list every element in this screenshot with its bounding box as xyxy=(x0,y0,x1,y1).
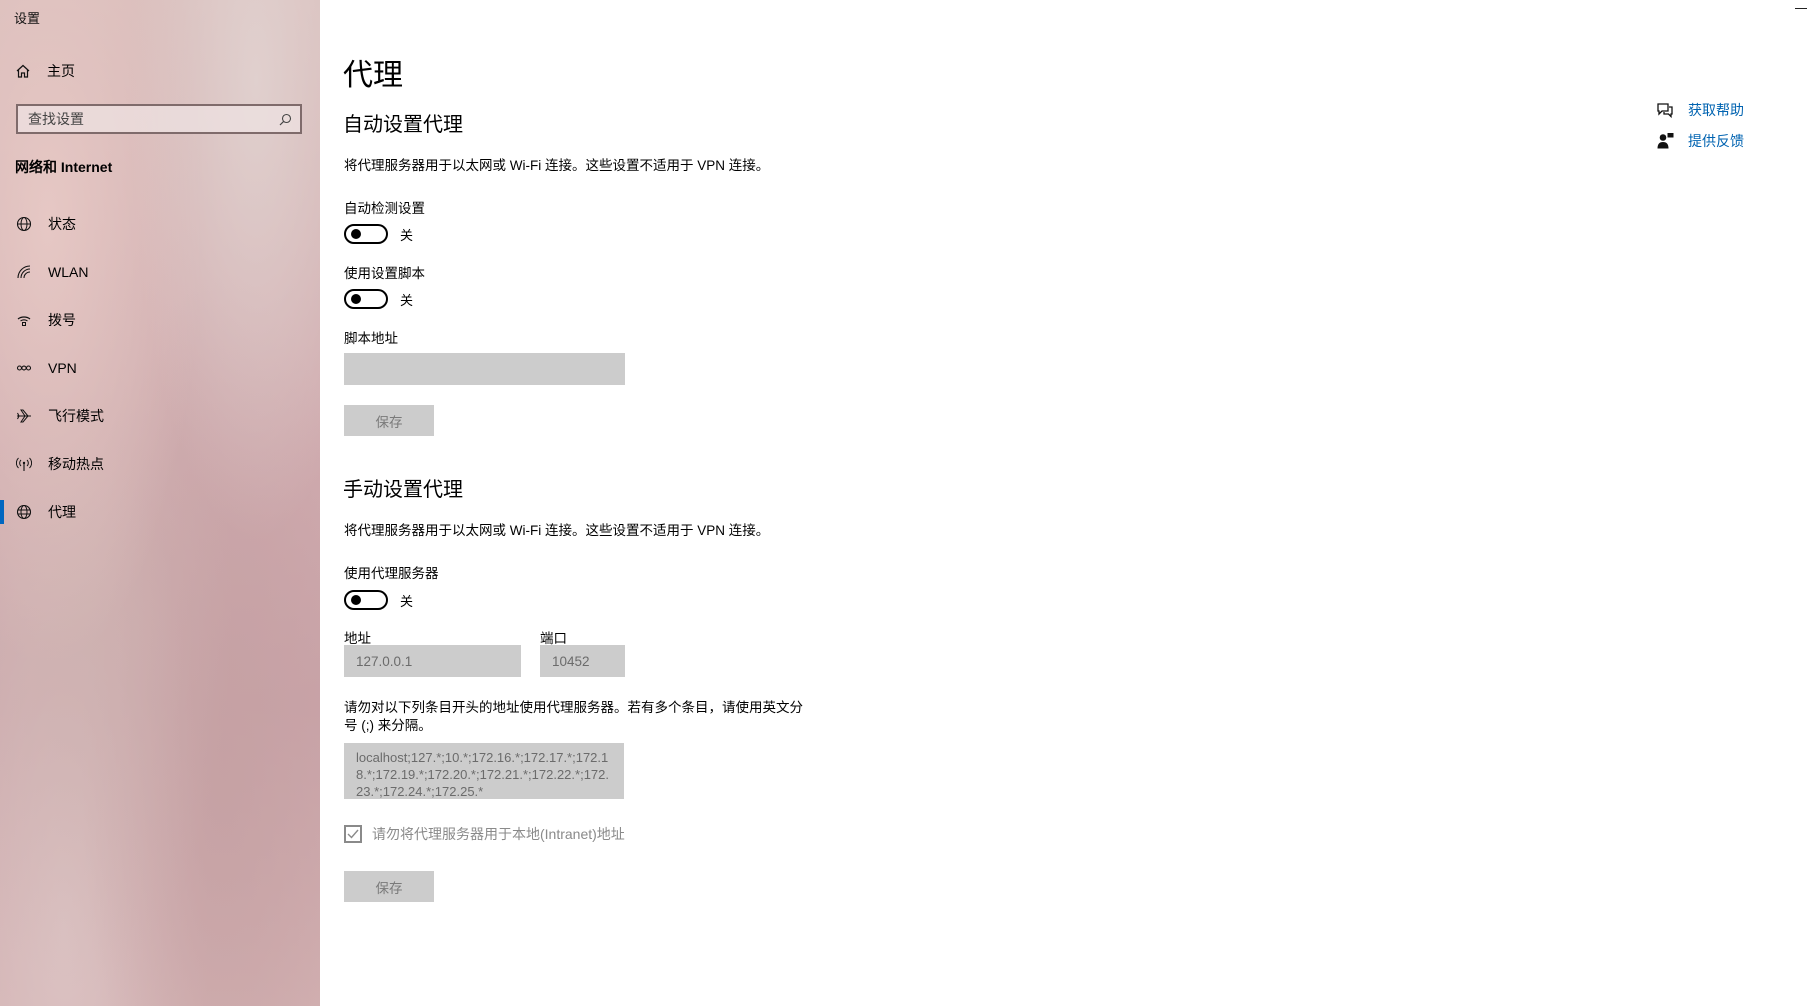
sidebar-item-wlan[interactable]: WLAN xyxy=(0,248,320,296)
auto-detect-label: 自动检测设置 xyxy=(344,201,425,216)
local-bypass-label: 请勿将代理服务器用于本地(Intranet)地址 xyxy=(372,826,625,842)
auto-proxy-description: 将代理服务器用于以太网或 Wi-Fi 连接。这些设置不适用于 VPN 连接。 xyxy=(344,158,770,173)
sidebar-item-status[interactable]: 状态 xyxy=(0,200,320,248)
search-input[interactable] xyxy=(28,111,278,127)
sidebar-item-label: 移动热点 xyxy=(48,456,104,472)
local-bypass-option[interactable]: 请勿将代理服务器用于本地(Intranet)地址 xyxy=(344,824,625,844)
script-address-input[interactable] xyxy=(344,353,625,385)
help-chat-icon xyxy=(1655,100,1675,120)
settings-window: 设置 主页 网络和 Internet 状态 xyxy=(0,0,1807,1006)
globe-icon xyxy=(15,503,33,521)
script-address-label: 脚本地址 xyxy=(344,331,398,346)
sidebar-item-hotspot[interactable]: 移动热点 xyxy=(0,440,320,488)
sidebar-item-vpn[interactable]: VPN xyxy=(0,344,320,392)
toggle-state: 关 xyxy=(400,292,414,308)
auto-save-button[interactable]: 保存 xyxy=(344,405,434,436)
setup-script-toggle[interactable]: 关 xyxy=(344,289,413,309)
status-globe-icon xyxy=(15,215,33,233)
feedback-person-icon xyxy=(1655,131,1675,151)
nav-home-label: 主页 xyxy=(47,63,75,79)
sidebar-item-label: 代理 xyxy=(48,504,76,520)
toggle-knob xyxy=(351,229,361,239)
toggle-track xyxy=(344,224,388,244)
wifi-icon xyxy=(15,263,33,281)
sidebar-item-label: VPN xyxy=(48,360,77,376)
toggle-track xyxy=(344,590,388,610)
sidebar-item-label: WLAN xyxy=(48,264,89,280)
manual-proxy-heading: 手动设置代理 xyxy=(343,479,463,501)
address-input[interactable]: 127.0.0.1 xyxy=(344,645,521,677)
port-label: 端口 xyxy=(540,631,567,646)
app-title: 设置 xyxy=(14,11,41,26)
sidebar-item-dialup[interactable]: 拨号 xyxy=(0,296,320,344)
sidebar-nav: 状态 WLAN 拨号 VPN 飞行模式 移动热点 代理 xyxy=(0,200,320,536)
get-help-label: 获取帮助 xyxy=(1688,102,1744,118)
sidebar-item-proxy[interactable]: 代理 xyxy=(0,488,320,536)
toggle-state: 关 xyxy=(400,227,414,243)
sidebar-item-label: 飞行模式 xyxy=(48,408,104,424)
vpn-icon xyxy=(15,359,33,377)
toggle-knob xyxy=(351,595,361,605)
page-title: 代理 xyxy=(343,59,403,92)
toggle-state: 关 xyxy=(400,593,414,609)
hotspot-icon xyxy=(15,455,33,473)
get-help-link[interactable]: 获取帮助 xyxy=(1655,100,1744,120)
exceptions-description: 请勿对以下列条目开头的地址使用代理服务器。若有多个条目，请使用英文分号 (;) … xyxy=(344,700,803,733)
search-icon[interactable] xyxy=(278,112,292,126)
exceptions-textarea[interactable]: localhost;127.*;10.*;172.16.*;172.17.*;1… xyxy=(344,743,624,799)
toggle-track xyxy=(344,289,388,309)
manual-save-button[interactable]: 保存 xyxy=(344,871,434,902)
home-icon xyxy=(14,62,32,80)
manual-proxy-description: 将代理服务器用于以太网或 Wi-Fi 连接。这些设置不适用于 VPN 连接。 xyxy=(344,523,770,538)
setup-script-label: 使用设置脚本 xyxy=(344,266,425,281)
auto-detect-toggle[interactable]: 关 xyxy=(344,224,413,244)
local-bypass-checkbox[interactable] xyxy=(344,825,362,843)
give-feedback-link[interactable]: 提供反馈 xyxy=(1655,131,1744,151)
sidebar: 设置 主页 网络和 Internet 状态 xyxy=(0,0,320,1006)
airplane-icon xyxy=(15,407,33,425)
give-feedback-label: 提供反馈 xyxy=(1688,133,1744,149)
port-input[interactable]: 10452 xyxy=(540,645,625,677)
address-label: 地址 xyxy=(344,631,371,646)
auto-proxy-heading: 自动设置代理 xyxy=(343,114,463,136)
sidebar-section-title: 网络和 Internet xyxy=(15,159,113,175)
toggle-knob xyxy=(351,294,361,304)
use-proxy-label: 使用代理服务器 xyxy=(344,566,439,581)
nav-home[interactable]: 主页 xyxy=(14,61,75,81)
main-content: 代理 自动设置代理 将代理服务器用于以太网或 Wi-Fi 连接。这些设置不适用于… xyxy=(320,0,1807,1006)
sidebar-item-label: 状态 xyxy=(48,216,76,232)
sidebar-item-airplane[interactable]: 飞行模式 xyxy=(0,392,320,440)
minimize-button[interactable] xyxy=(1795,8,1807,19)
use-proxy-toggle[interactable]: 关 xyxy=(344,590,413,610)
dialup-icon xyxy=(15,311,33,329)
search-box[interactable] xyxy=(16,104,302,134)
sidebar-item-label: 拨号 xyxy=(48,312,76,328)
